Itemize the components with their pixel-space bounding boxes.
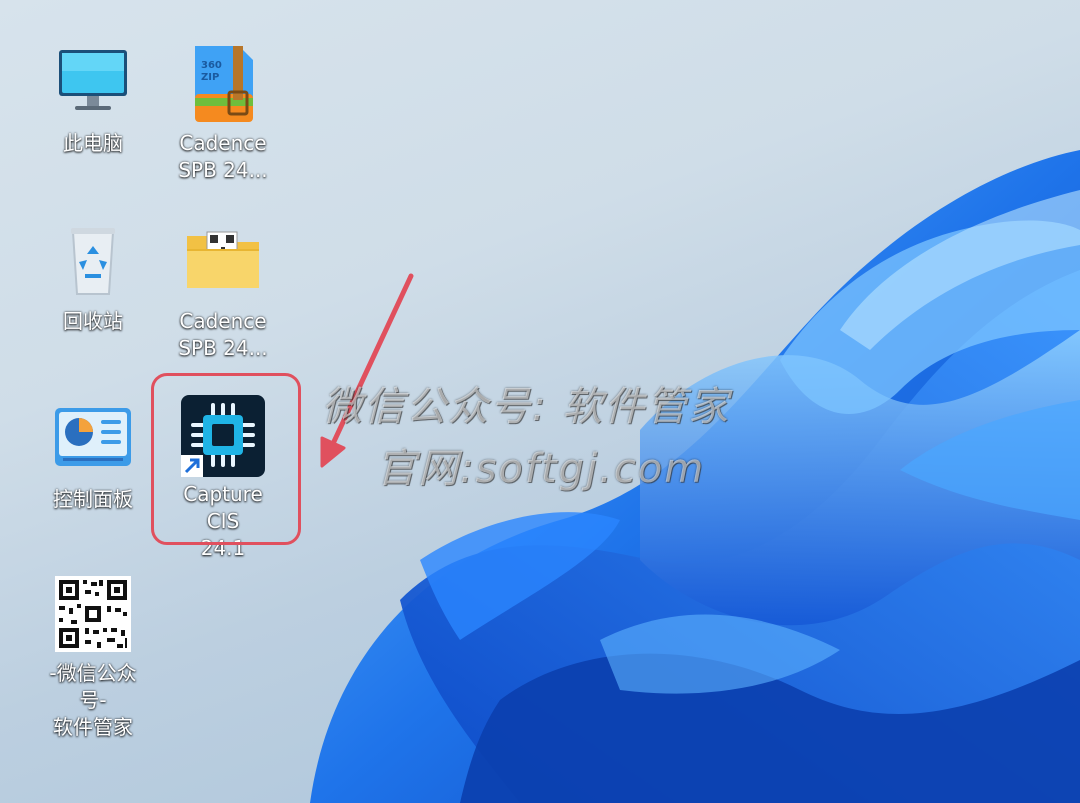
computer-icon (51, 42, 135, 126)
desktop-icon-label: 此电脑 (63, 131, 123, 155)
desktop-icon-recycle-bin[interactable]: 回收站 (38, 220, 148, 335)
desktop-icon-label: -微信公众号- 软件管家 (49, 661, 137, 739)
recycle-bin-icon (51, 220, 135, 304)
desktop-icon-wechat-qr[interactable]: -微信公众号- 软件管家 (38, 572, 148, 741)
watermark-line-2: 官网:softgj.com (376, 446, 706, 492)
watermark-line-1: 微信公众号: 软件管家 (322, 384, 731, 430)
desktop-icon-cadence-zip[interactable]: 360 ZIP Cadence SPB 24... (168, 42, 278, 184)
desktop-icon-label: 回收站 (63, 309, 123, 333)
desktop-icon-label: Cadence SPB 24... (178, 131, 268, 182)
desktop-icon-label: 控制面板 (53, 487, 133, 511)
highlight-box (151, 373, 301, 545)
svg-text:360: 360 (201, 60, 222, 71)
folder-icon (181, 220, 265, 304)
svg-text:ZIP: ZIP (201, 72, 219, 83)
desktop-icon-cadence-folder[interactable]: Cadence SPB 24... (168, 220, 278, 362)
control-panel-icon (51, 398, 135, 482)
desktop-icon-label: Cadence SPB 24... (178, 309, 268, 360)
desktop-icon-control-panel[interactable]: 控制面板 (38, 398, 148, 513)
qr-code-icon (51, 572, 135, 656)
zip-archive-icon: 360 ZIP (181, 42, 265, 126)
desktop-icon-this-pc[interactable]: 此电脑 (38, 42, 148, 157)
